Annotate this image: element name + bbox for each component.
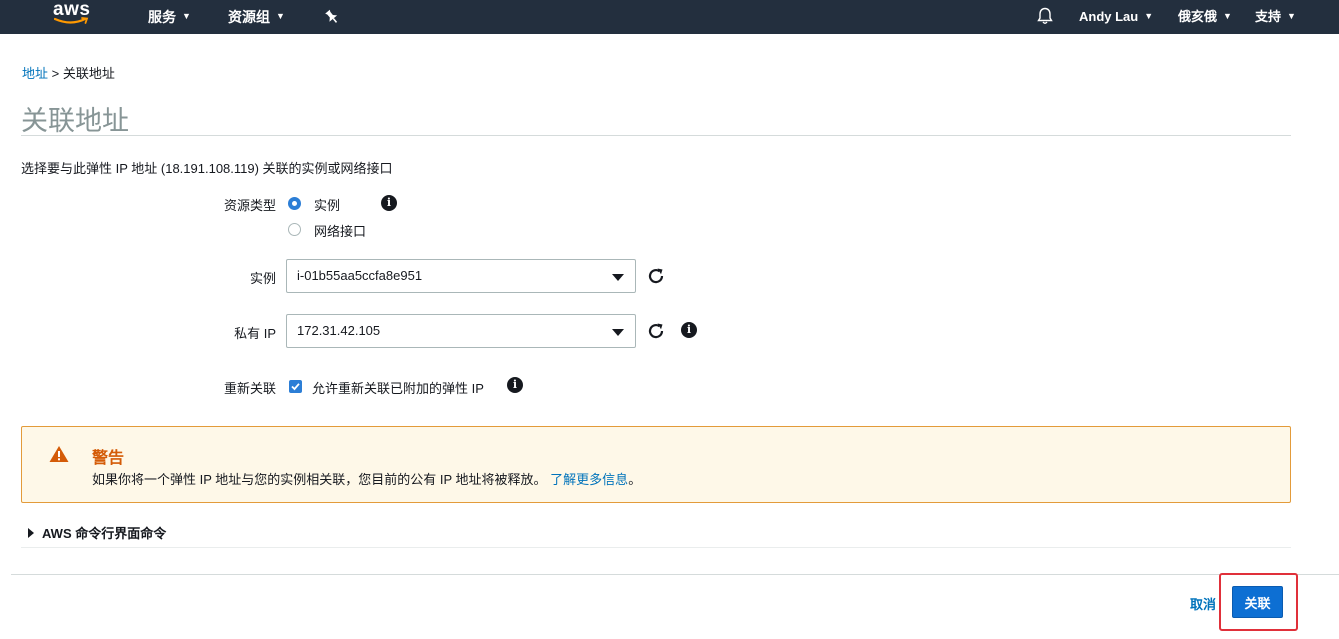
region-label: 俄亥俄 <box>1178 9 1218 24</box>
reassociate-label: 重新关联 <box>223 381 276 396</box>
breadcrumb-separator: > <box>51 66 60 81</box>
page-title: 关联地址 <box>21 106 129 137</box>
radio-instance-label[interactable]: 实例 <box>314 195 340 214</box>
chevron-down-icon: ▼ <box>182 11 191 21</box>
warning-text: 如果你将一个弹性 IP 地址与您的实例相关联，您目前的公有 IP 地址将被释放。… <box>92 469 641 488</box>
cancel-button[interactable]: 取消 <box>1190 594 1216 613</box>
chevron-down-icon: ▼ <box>1287 11 1296 21</box>
info-icon[interactable]: i <box>381 195 397 211</box>
checkmark-icon <box>291 383 300 391</box>
learn-more-link[interactable]: 了解更多信息 <box>550 472 628 487</box>
user-label: Andy Lau <box>1079 9 1139 24</box>
chevron-down-icon: ▼ <box>1144 11 1154 21</box>
warning-alert: 警告 如果你将一个弹性 IP 地址与您的实例相关联，您目前的公有 IP 地址将被… <box>21 426 1291 503</box>
instance-label: 实例 <box>249 271 276 286</box>
refresh-icon[interactable] <box>646 321 666 341</box>
instance-select[interactable]: i-01b55aa5ccfa8e951 <box>286 259 636 293</box>
aws-smile-icon <box>54 17 89 24</box>
warning-title: 警告 <box>92 450 125 467</box>
bell-icon[interactable] <box>1035 6 1055 26</box>
chevron-down-icon: ▼ <box>276 11 285 21</box>
services-label: 服务 <box>148 9 176 25</box>
dropdown-arrow-icon <box>612 329 624 336</box>
region-menu[interactable]: 俄亥俄 ▼ <box>1178 7 1232 27</box>
reassociate-checkbox[interactable] <box>289 380 302 393</box>
breadcrumb: 地址 > 关联地址 <box>22 63 115 82</box>
private-ip-select-value: 172.31.42.105 <box>297 323 381 338</box>
associate-button[interactable]: 关联 <box>1232 586 1283 618</box>
refresh-icon[interactable] <box>646 266 666 286</box>
caret-right-icon <box>28 527 34 538</box>
radio-network-interface-label[interactable]: 网络接口 <box>314 221 366 240</box>
warning-suffix: 。 <box>628 472 642 487</box>
user-menu[interactable]: Andy Lau ▼ <box>1079 7 1153 27</box>
resource-groups-menu[interactable]: 资源组 ▼ <box>228 7 285 27</box>
private-ip-label: 私有 IP <box>234 326 276 341</box>
cli-commands-label: AWS 命令行界面命令 <box>42 526 167 541</box>
dropdown-arrow-icon <box>612 274 624 281</box>
support-label: 支持 <box>1255 9 1282 24</box>
instance-select-value: i-01b55aa5ccfa8e951 <box>297 268 423 283</box>
services-menu[interactable]: 服务 ▼ <box>148 7 191 27</box>
info-icon[interactable]: i <box>507 377 523 393</box>
page-description: 选择要与此弹性 IP 地址 (18.191.108.119) 关联的实例或网络接… <box>21 161 393 176</box>
info-icon[interactable]: i <box>681 322 697 338</box>
breadcrumb-link-addresses[interactable]: 地址 <box>22 66 48 81</box>
footer-divider <box>11 574 1339 575</box>
support-menu[interactable]: 支持 ▼ <box>1255 7 1296 27</box>
cli-commands-expander[interactable]: AWS 命令行界面命令 <box>28 523 166 542</box>
breadcrumb-current: 关联地址 <box>62 66 115 81</box>
radio-network-interface[interactable] <box>288 223 301 236</box>
section-divider <box>21 547 1291 548</box>
private-ip-select[interactable]: 172.31.42.105 <box>286 314 636 348</box>
reassociate-option-label[interactable]: 允许重新关联已附加的弹性 IP <box>312 378 484 397</box>
chevron-down-icon: ▼ <box>1223 11 1232 21</box>
title-divider <box>21 135 1291 136</box>
warning-message: 如果你将一个弹性 IP 地址与您的实例相关联，您目前的公有 IP 地址将被释放。 <box>92 472 547 487</box>
aws-logo[interactable]: aws <box>52 0 96 29</box>
top-navigation-bar: aws 服务 ▼ 资源组 ▼ Andy Lau ▼ 俄亥俄 ▼ 支持 ▼ <box>0 0 1339 34</box>
resource-groups-label: 资源组 <box>228 9 270 25</box>
pin-icon[interactable] <box>323 8 341 26</box>
warning-icon <box>49 446 69 462</box>
radio-instance[interactable] <box>288 197 301 210</box>
resource-type-label: 资源类型 <box>223 198 276 213</box>
